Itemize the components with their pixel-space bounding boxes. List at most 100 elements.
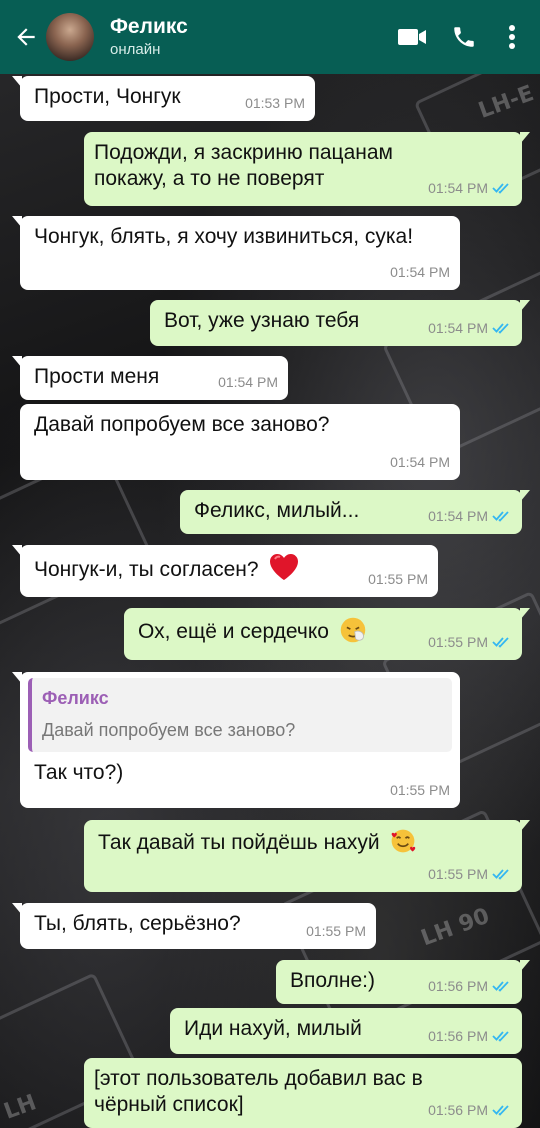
message-meta: 01:54 PM	[428, 315, 512, 341]
double-check-icon	[492, 981, 509, 992]
message-time: 01:54 PM	[390, 264, 450, 280]
message-time: 01:54 PM	[428, 180, 488, 196]
video-camera-icon	[398, 29, 426, 45]
more-vertical-icon	[509, 25, 515, 49]
contact-info[interactable]: Феликс онлайн	[110, 14, 386, 60]
bubble-tail	[12, 356, 22, 368]
message-incoming[interactable]: Давай попробуем все заново? 01:54 PM	[20, 404, 460, 480]
bubble-tail	[12, 545, 22, 557]
bubble-tail	[520, 490, 530, 502]
message-meta: 01:55 PM	[368, 566, 428, 592]
message-incoming-reply[interactable]: Феликс Давай попробуем все заново? Так ч…	[12, 672, 460, 808]
message-text: Чонгук, блять, я хочу извиниться, сука!	[34, 225, 414, 248]
message-meta: 01:55 PM	[306, 918, 366, 944]
chat-screen: LH-E LH 90 LH Феликс онлайн Прости, Чонг…	[0, 0, 540, 1128]
message-outgoing[interactable]: Ох, ещё и сердечко 01:55 PM	[124, 608, 530, 660]
double-check-icon	[492, 183, 509, 194]
message-text: Чонгук-и, ты согласен?	[34, 558, 259, 581]
bubble-tail	[520, 300, 530, 312]
message-meta: 01:54 PM	[390, 449, 450, 475]
message-time: 01:55 PM	[428, 634, 488, 650]
message-time: 01:55 PM	[306, 923, 366, 939]
message-time: 01:56 PM	[428, 978, 488, 994]
message-text: [этот пользователь добавил вас в чёрный …	[94, 1067, 423, 1116]
message-time: 01:53 PM	[245, 95, 305, 111]
bubble-tail	[520, 608, 530, 620]
bubble-tail	[12, 903, 22, 915]
message-meta: 01:56 PM	[428, 1097, 512, 1123]
message-time: 01:55 PM	[428, 866, 488, 882]
message-meta: 01:55 PM	[390, 777, 450, 803]
message-outgoing[interactable]: Вот, уже узнаю тебя 01:54 PM	[150, 300, 530, 346]
message-meta: 01:53 PM	[245, 90, 305, 116]
message-text: Прости, Чонгук	[34, 85, 181, 108]
bubble-tail	[12, 672, 22, 684]
message-incoming[interactable]: Прости, Чонгук 01:53 PM	[12, 76, 315, 121]
double-check-icon	[492, 1105, 509, 1116]
message-outgoing[interactable]: Подожди, я заскриню пацанам покажу, а то…	[84, 132, 530, 206]
message-text: Ох, ещё и сердечко	[138, 620, 329, 643]
bubble-tail	[12, 76, 22, 88]
message-time: 01:55 PM	[390, 782, 450, 798]
more-options-button[interactable]	[490, 11, 534, 63]
message-meta: 01:54 PM	[428, 503, 512, 529]
quoted-message[interactable]: Феликс Давай попробуем все заново?	[28, 678, 452, 752]
message-outgoing[interactable]: Феликс, милый... 01:54 PM	[180, 490, 530, 534]
message-incoming[interactable]: Чонгук-и, ты согласен? 01:55 PM	[12, 545, 438, 597]
double-check-icon	[492, 1031, 509, 1042]
message-text: Феликс, милый...	[194, 499, 360, 522]
contact-status: онлайн	[110, 41, 161, 58]
message-outgoing[interactable]: [этот пользователь добавил вас в чёрный …	[84, 1058, 522, 1128]
message-meta: 01:54 PM	[428, 175, 512, 201]
double-check-icon	[492, 511, 509, 522]
quoted-author: Феликс	[42, 688, 109, 708]
double-check-icon	[492, 869, 509, 880]
message-outgoing[interactable]: Так давай ты пойдёшь нахуй 01:55 PM	[84, 820, 530, 892]
sneezing-face-icon	[340, 618, 366, 643]
smiling-face-with-hearts-icon	[392, 830, 416, 853]
double-check-icon	[492, 637, 509, 648]
message-time: 01:56 PM	[428, 1028, 488, 1044]
contact-name: Феликс	[110, 15, 188, 38]
message-meta: 01:55 PM	[428, 861, 512, 887]
message-time: 01:54 PM	[428, 508, 488, 524]
message-meta: 01:54 PM	[390, 259, 450, 285]
bubble-tail	[520, 820, 530, 832]
arrow-left-icon	[17, 28, 35, 46]
message-meta: 01:54 PM	[218, 369, 278, 395]
message-meta: 01:56 PM	[428, 1023, 512, 1049]
message-time: 01:55 PM	[368, 571, 428, 587]
bubble-tail	[520, 132, 530, 144]
back-button[interactable]	[8, 24, 44, 50]
message-text: Так давай ты пойдёшь нахуй	[98, 831, 380, 854]
double-check-icon	[492, 323, 509, 334]
chat-header: Феликс онлайн	[0, 0, 540, 74]
message-time: 01:56 PM	[428, 1102, 488, 1118]
message-text: Подожди, я заскриню пацанам покажу, а то…	[94, 141, 393, 190]
message-text: Ты, блять, серьёзно?	[34, 912, 241, 935]
message-text: Вполне:)	[290, 969, 375, 992]
message-incoming[interactable]: Чонгук, блять, я хочу извиниться, сука! …	[12, 216, 460, 290]
message-time: 01:54 PM	[390, 454, 450, 470]
message-incoming[interactable]: Ты, блять, серьёзно? 01:55 PM	[12, 903, 376, 949]
voice-call-button[interactable]	[438, 11, 490, 63]
message-time: 01:54 PM	[218, 374, 278, 390]
message-outgoing[interactable]: Иди нахуй, милый 01:56 PM	[170, 1008, 522, 1054]
message-text: Вот, уже узнаю тебя	[164, 309, 360, 332]
message-meta: 01:56 PM	[428, 973, 512, 999]
bubble-tail	[520, 960, 530, 972]
message-outgoing[interactable]: Вполне:) 01:56 PM	[276, 960, 530, 1004]
bubble-tail	[12, 216, 22, 228]
message-time: 01:54 PM	[428, 320, 488, 336]
message-text: Давай попробуем все заново?	[34, 413, 330, 436]
quoted-text: Давай попробуем все заново?	[42, 720, 296, 740]
avatar[interactable]	[46, 13, 94, 61]
message-text: Так что?)	[34, 761, 124, 784]
message-text: Прости меня	[34, 365, 160, 388]
video-call-button[interactable]	[386, 11, 438, 63]
message-incoming[interactable]: Прости меня 01:54 PM	[12, 356, 288, 400]
red-heart-icon	[270, 554, 299, 581]
phone-icon	[454, 27, 474, 47]
message-text: Иди нахуй, милый	[184, 1017, 362, 1040]
message-meta: 01:55 PM	[428, 629, 512, 655]
